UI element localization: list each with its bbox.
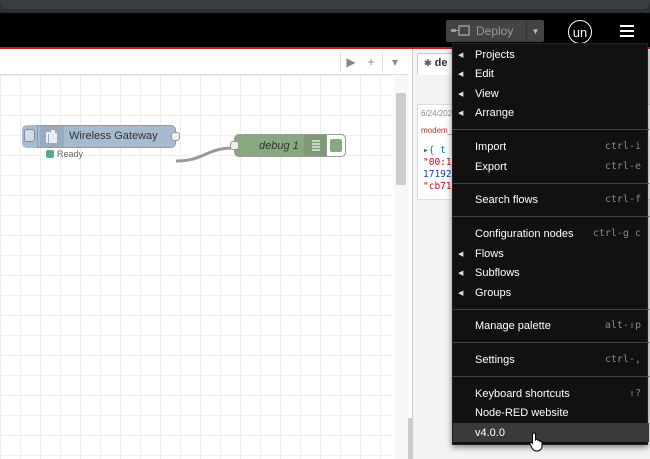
inject-button[interactable] xyxy=(22,125,38,148)
submenu-caret-icon: ◀ xyxy=(458,51,464,59)
menu-item-groups[interactable]: ◀ Groups xyxy=(453,283,649,302)
menu-item-version[interactable]: v4.0.0 xyxy=(453,423,649,442)
wireless-gateway-node[interactable]: Wireless Gateway xyxy=(22,125,180,148)
debug-toggle-button[interactable] xyxy=(326,134,346,157)
gateway-icon xyxy=(40,126,64,147)
menu-item-settings[interactable]: Settings ctrl-, xyxy=(453,350,649,369)
menu-item-node-red-website[interactable]: Node-RED website xyxy=(453,403,649,422)
submenu-caret-icon: ◀ xyxy=(458,269,464,277)
menu-item-subflows[interactable]: ◀ Subflows xyxy=(453,263,649,282)
flow-list-button[interactable]: ▾ xyxy=(384,53,406,71)
user-avatar[interactable]: un xyxy=(568,20,592,44)
menu-divider xyxy=(453,342,649,343)
menu-item-flows[interactable]: ◀ Flows xyxy=(453,244,649,263)
menu-item-configuration-nodes[interactable]: Configuration nodes ctrl-g c xyxy=(453,224,649,243)
menu-divider xyxy=(453,183,649,184)
bug-icon: ✱ xyxy=(424,58,432,68)
menu-item-export[interactable]: Export ctrl-e xyxy=(453,157,649,176)
submenu-caret-icon: ◀ xyxy=(458,109,464,117)
output-port[interactable] xyxy=(171,132,180,141)
deploy-button[interactable]: Deploy ▼ xyxy=(446,20,544,42)
menu-divider xyxy=(453,129,649,130)
main-menu: ◀ Projects ◀ Edit ◀ View ◀ Arrange Import ctr… xyxy=(452,43,649,445)
canvas-grid[interactable]: Wireless Gateway Ready debug 1 xyxy=(0,75,392,459)
workspace-tab-bar: ▶ + ▾ xyxy=(0,49,408,75)
hand-cursor-icon xyxy=(529,432,543,452)
debug-message-source[interactable]: modem_ xyxy=(421,126,452,135)
gateway-node-status: Ready xyxy=(57,149,84,159)
tab-divider xyxy=(382,52,383,72)
deploy-icon xyxy=(446,20,476,42)
menu-divider xyxy=(453,309,649,310)
add-flow-button[interactable]: + xyxy=(360,53,382,71)
menu-item-manage-palette[interactable]: Manage palette alt-⇧p xyxy=(453,316,649,335)
menu-item-view[interactable]: ◀ View xyxy=(453,84,649,103)
browser-top-strip xyxy=(0,0,650,13)
shortcut-label: alt-⇧p xyxy=(604,320,641,331)
submenu-caret-icon: ◀ xyxy=(458,289,464,297)
scrollbar-thumb[interactable] xyxy=(396,93,406,185)
debug-value-line: 17192 xyxy=(423,169,452,180)
deploy-dropdown-button[interactable]: ▼ xyxy=(526,20,544,42)
input-port[interactable] xyxy=(230,141,239,150)
menu-item-projects[interactable]: ◀ Projects xyxy=(453,45,649,64)
debug-message-time: 6/24/202 xyxy=(421,109,453,118)
submenu-caret-icon: ◀ xyxy=(458,250,464,258)
hamburger-menu-icon[interactable] xyxy=(620,25,634,37)
browser-bar xyxy=(0,0,650,9)
menu-item-arrange[interactable]: ◀ Arrange xyxy=(453,103,649,122)
debug-object-toggle[interactable]: ▸{ t xyxy=(423,145,446,156)
shortcut-label: ⇧? xyxy=(628,388,641,399)
menu-item-keyboard-shortcuts[interactable]: Keyboard shortcuts ⇧? xyxy=(453,384,649,403)
debug-node-label: debug 1 xyxy=(259,140,299,152)
menu-divider xyxy=(453,216,649,217)
shortcut-label: ctrl-g c xyxy=(592,228,641,239)
debug-value-line: "cb71 xyxy=(423,181,452,192)
gateway-node-label: Wireless Gateway xyxy=(69,130,158,142)
scroll-tabs-button[interactable]: ▶ xyxy=(340,53,362,71)
flow-workspace: ▶ + ▾ Wireless Gateway Ready debug 1 xyxy=(0,49,408,459)
deploy-label: Deploy xyxy=(476,24,514,38)
debug-list-icon xyxy=(303,135,327,156)
shortcut-label: ctrl-f xyxy=(604,194,641,205)
shortcut-label: ctrl-e xyxy=(604,161,641,172)
vertical-scrollbar[interactable] xyxy=(394,75,408,459)
menu-item-import[interactable]: Import ctrl-i xyxy=(453,137,649,156)
menu-divider xyxy=(453,376,649,377)
tab-debug[interactable]: ✱ de xyxy=(417,53,457,75)
menu-item-edit[interactable]: ◀ Edit xyxy=(453,64,649,83)
status-dot-icon xyxy=(46,150,54,158)
submenu-caret-icon: ◀ xyxy=(458,90,464,98)
submenu-caret-icon: ◀ xyxy=(458,70,464,78)
debug-node[interactable]: debug 1 xyxy=(230,134,346,157)
menu-item-search-flows[interactable]: Search flows ctrl-f xyxy=(453,190,649,209)
debug-value-line: "00:1 xyxy=(423,157,452,168)
shortcut-label: ctrl-i xyxy=(604,141,641,152)
wire[interactable] xyxy=(175,146,235,163)
shortcut-label: ctrl-, xyxy=(604,354,641,365)
tab-debug-label: de xyxy=(434,57,448,69)
